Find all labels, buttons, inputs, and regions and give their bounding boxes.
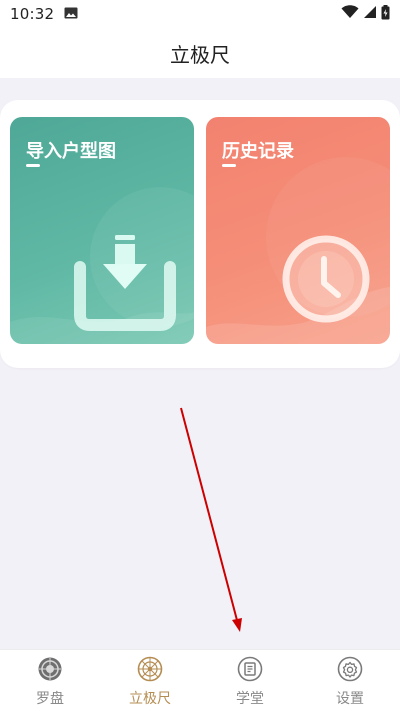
history-records-tile[interactable]: 历史记录 [206,117,390,344]
status-time: 10:32 [10,5,55,23]
nav-label: 设置 [336,691,364,707]
battery-icon [381,4,390,24]
import-floor-plan-tile[interactable]: 导入户型图 [10,117,194,344]
status-bar: 10:32 [0,0,400,28]
nav-label: 立极尺 [129,691,171,707]
tile-title-underline [26,164,40,167]
nav-label: 罗盘 [36,691,64,707]
clock-icon [276,229,376,333]
main-content: 导入户型图 历史记录 [0,78,400,649]
import-download-icon [70,235,180,335]
signal-icon [363,5,377,23]
liji-ruler-icon [137,656,163,682]
compass-icon [37,656,63,682]
app-header: 立极尺 [0,28,400,78]
nav-item-compass[interactable]: 罗盘 [0,650,100,711]
page-title: 立极尺 [170,42,230,67]
wifi-icon [341,5,359,23]
book-icon [237,656,263,682]
tile-title: 导入户型图 [26,141,116,162]
tile-title: 历史记录 [222,141,294,162]
image-icon [64,5,78,23]
nav-item-school[interactable]: 学堂 [200,650,300,711]
nav-label: 学堂 [236,691,264,707]
gear-icon [337,656,363,682]
tile-title-underline [222,164,236,167]
bottom-navigation: 罗盘 立极尺 学堂 设置 [0,649,400,711]
nav-item-liji-ruler[interactable]: 立极尺 [100,650,200,711]
feature-card-panel: 导入户型图 历史记录 [0,100,400,368]
nav-item-settings[interactable]: 设置 [300,650,400,711]
